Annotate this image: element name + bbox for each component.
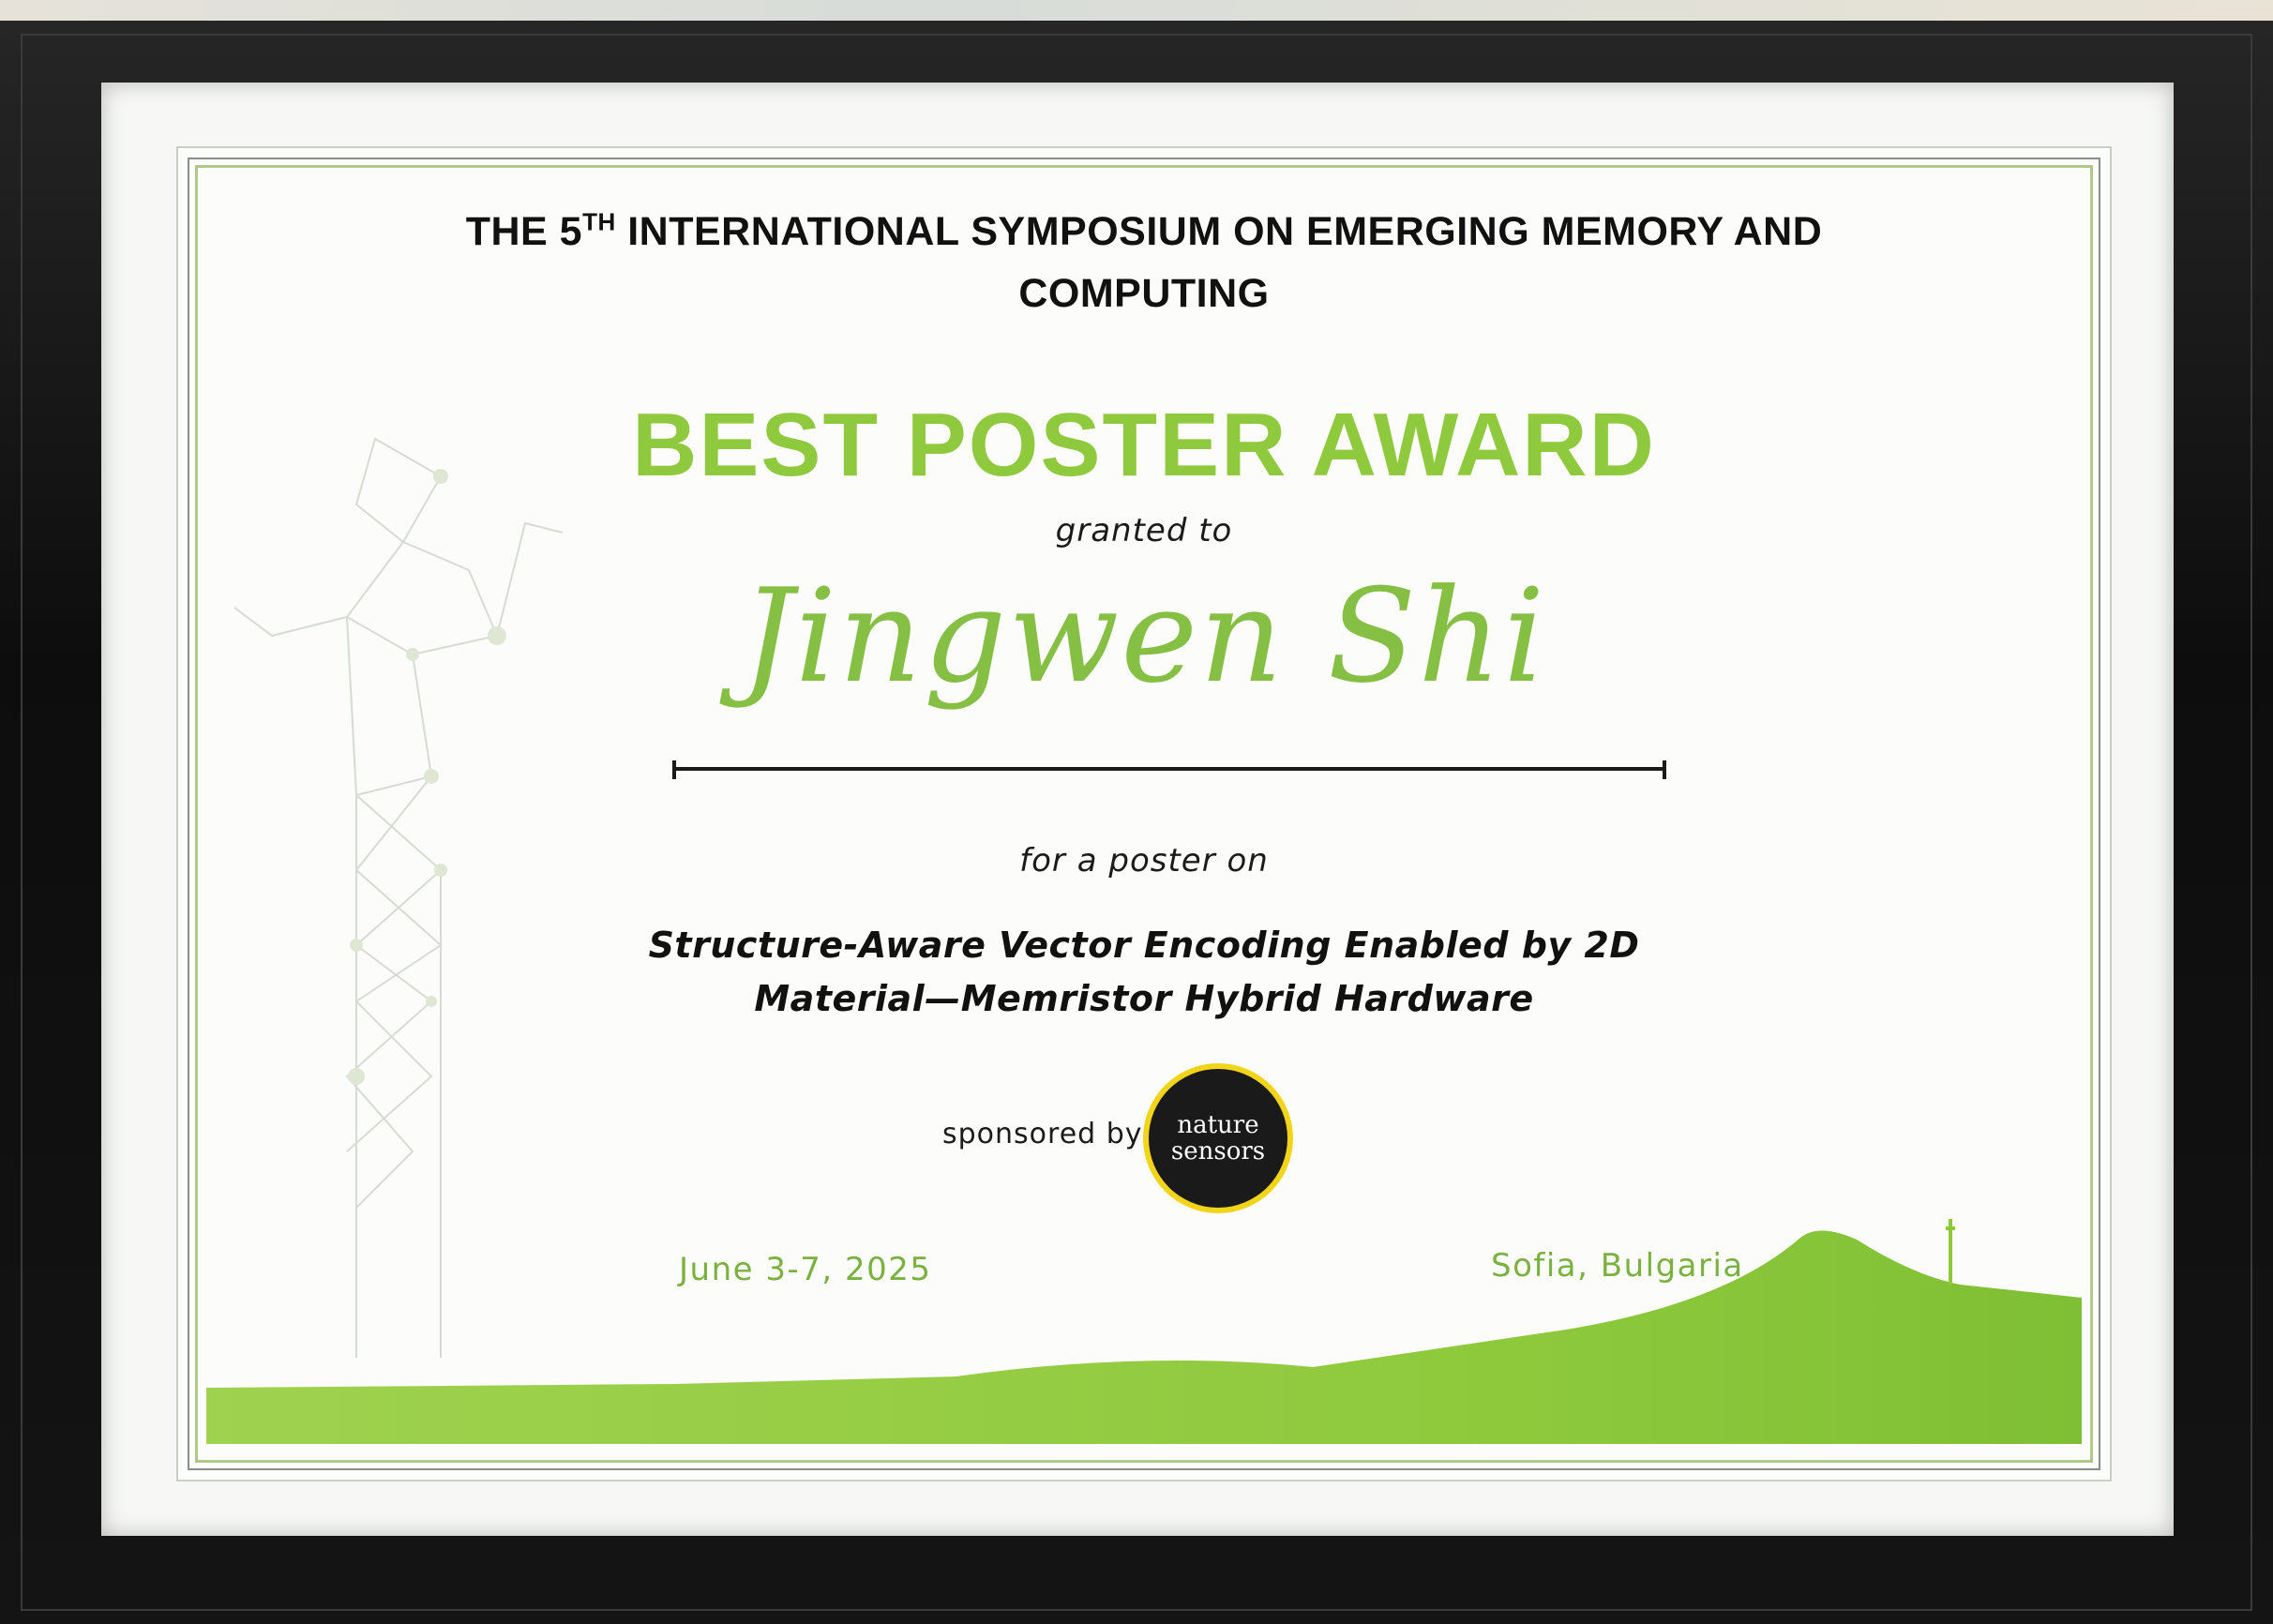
nature-sensors-logo: nature sensors <box>1149 1069 1287 1208</box>
symposium-title: THE 5TH INTERNATIONAL SYMPOSIUM ON EMERG… <box>178 201 2110 324</box>
sponsored-by-label: sponsored by <box>942 1118 1143 1150</box>
poster-title-line2: Material—Memristor Hybrid Hardware <box>754 978 1534 1019</box>
award-title: BEST POSTER AWARD <box>632 395 1656 495</box>
granted-to-label: granted to <box>1055 512 1233 549</box>
recipient-name: Jingwen Shi <box>741 561 1547 712</box>
certificate: THE 5TH INTERNATIONAL SYMPOSIUM ON EMERG… <box>176 146 2112 1481</box>
symposium-ordinal-suffix: TH <box>582 207 616 236</box>
green-landscape-silhouette <box>206 1219 2082 1444</box>
symposium-title-line2: COMPUTING <box>1018 271 1270 316</box>
symposium-title-rest: INTERNATIONAL SYMPOSIUM ON EMERGING MEMO… <box>615 209 1823 254</box>
symposium-title-prefix: THE 5 <box>465 209 583 254</box>
name-underline <box>672 760 1666 779</box>
poster-title-line1: Structure-Aware Vector Encoding Enabled … <box>648 925 1640 966</box>
poster-title: Structure-Aware Vector Encoding Enabled … <box>178 919 2110 1026</box>
sponsor-logo-word1: nature <box>1177 1111 1259 1139</box>
sponsor-logo-word2: sensors <box>1170 1137 1266 1165</box>
for-poster-label: for a poster on <box>1019 842 1269 880</box>
